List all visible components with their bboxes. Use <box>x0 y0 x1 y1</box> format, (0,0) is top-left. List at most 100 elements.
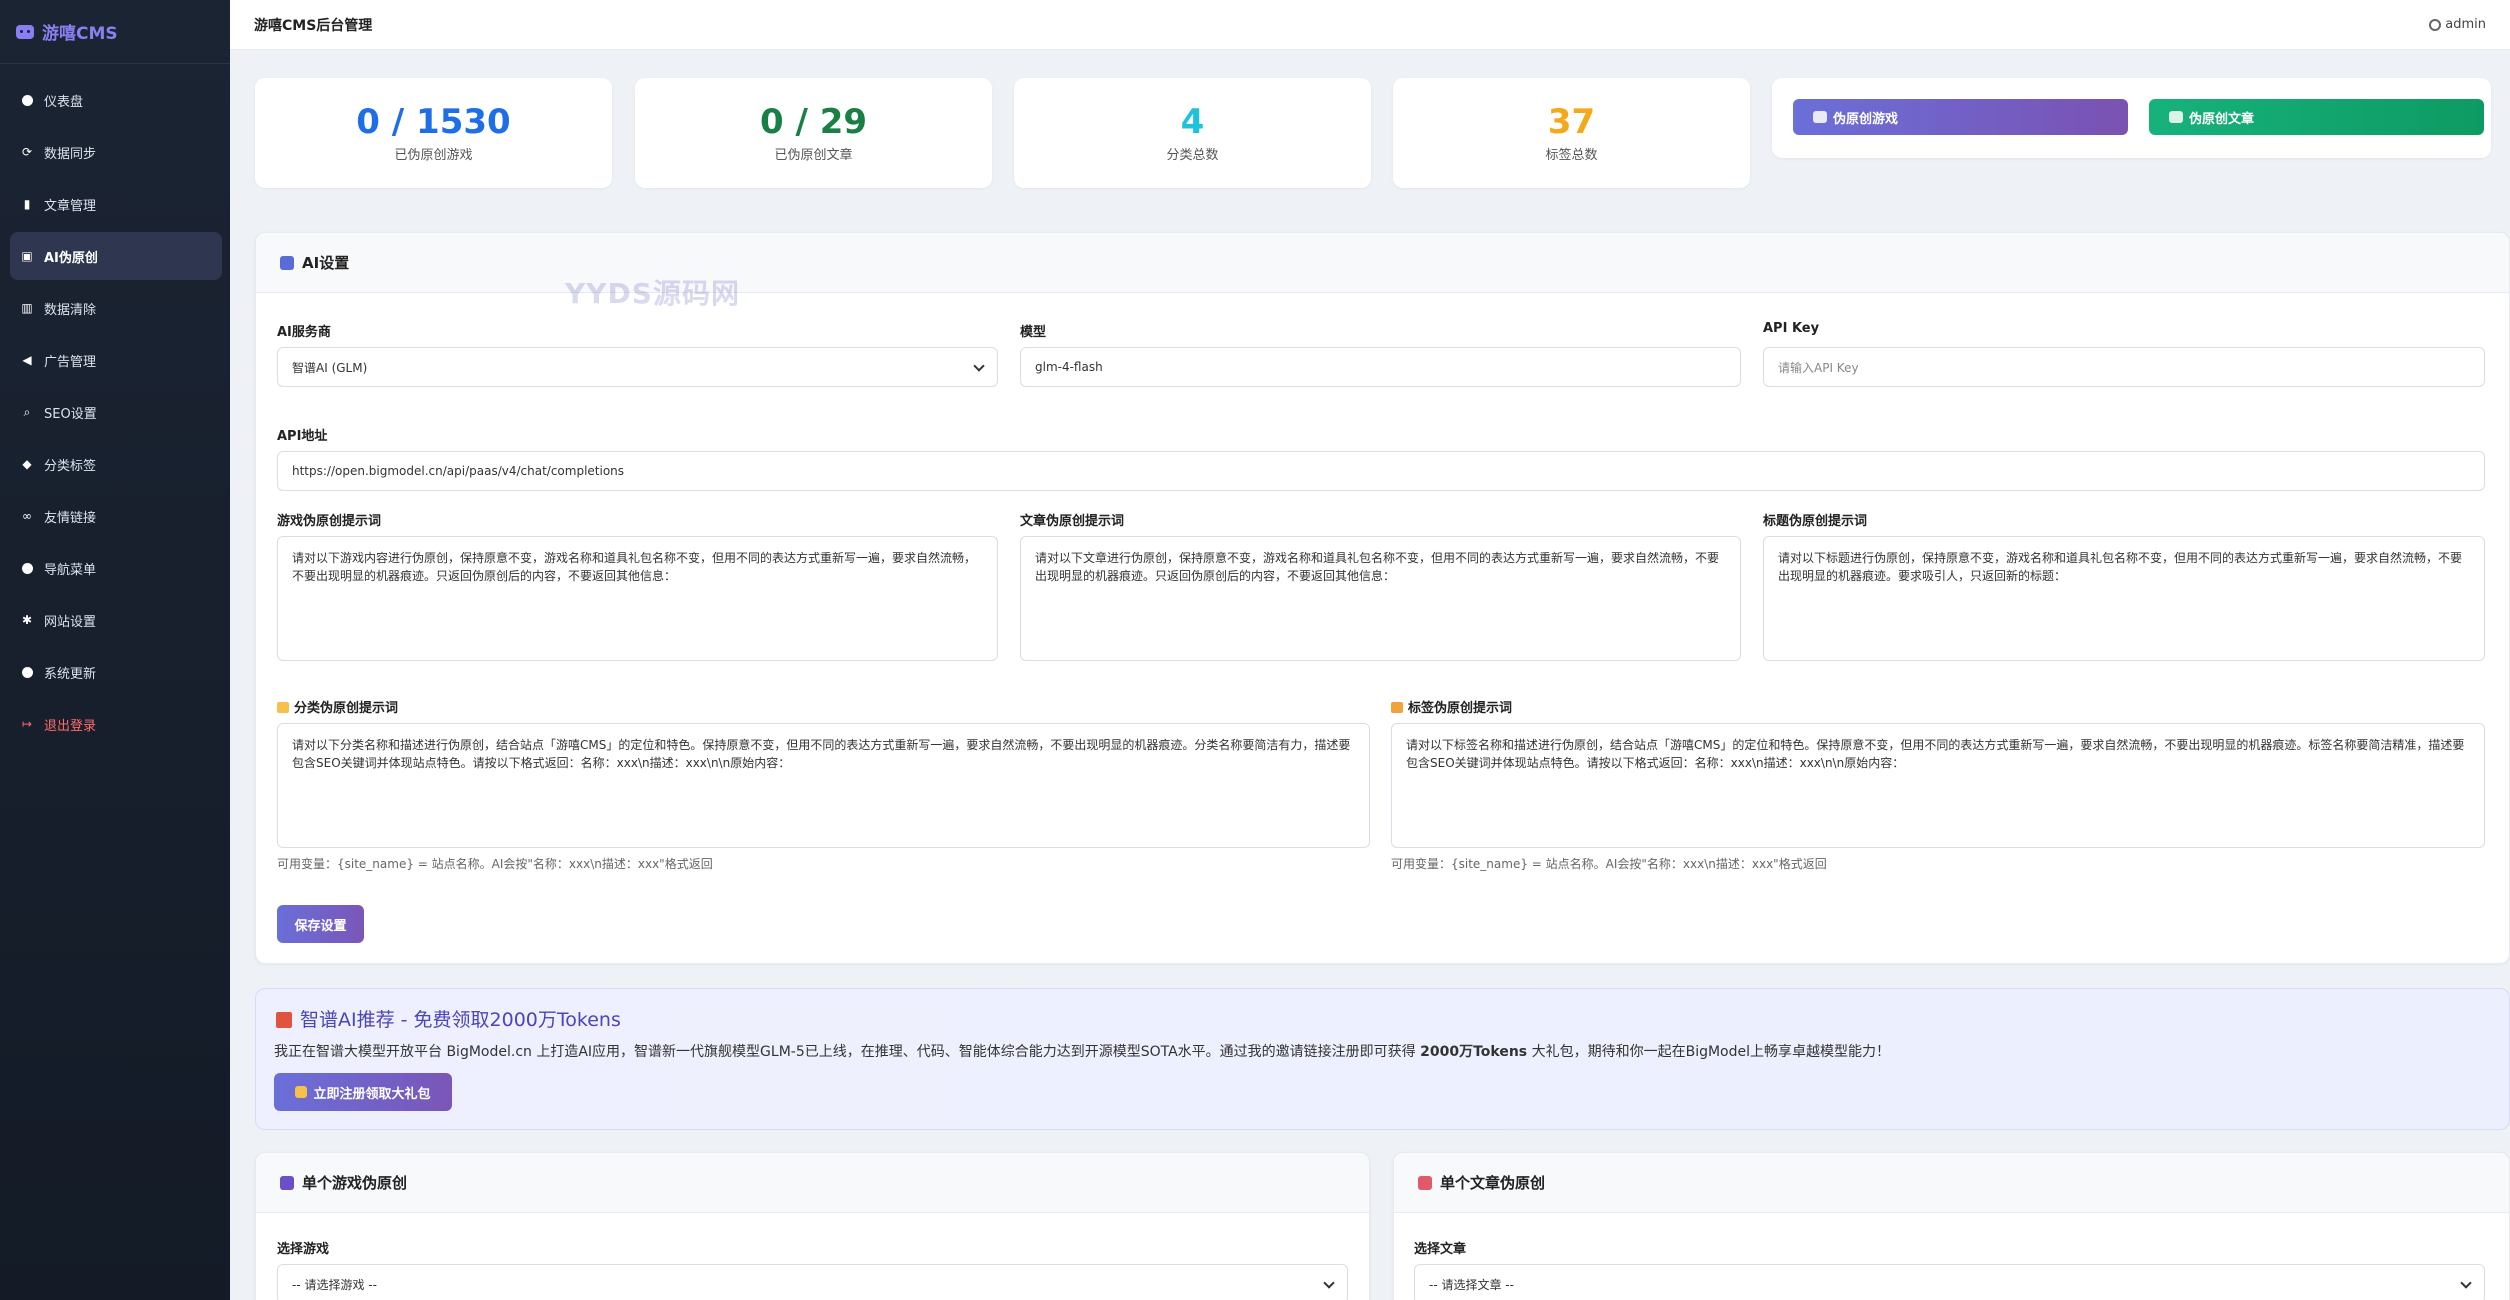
promo-title-wrap: 智谱AI推荐 - 免费领取2000万Tokens <box>276 1005 621 1032</box>
panel-title: 单个文章伪原创 <box>1440 1174 1546 1192</box>
button-label: 伪原创游戏 <box>1833 111 1899 127</box>
tag-icon: ◆ <box>22 457 32 471</box>
sidebar-item-label: 退出登录 <box>44 718 97 734</box>
sidebar-item-tags[interactable]: ◆ 分类标签 <box>10 440 222 488</box>
provider-value: 智谱AI (GLM) <box>292 360 368 375</box>
sidebar-item-ads[interactable]: ◀ 广告管理 <box>10 336 222 384</box>
quick-actions-card: 伪原创游戏 伪原创文章 <box>1772 78 2491 158</box>
category-prompt-label-wrap: 分类伪原创提示词 <box>277 697 398 716</box>
username: admin <box>2445 17 2486 32</box>
brand[interactable]: 游嘻CMS <box>0 0 230 64</box>
stat-card-articles: 0 / 29 已伪原创文章 <box>635 78 992 188</box>
top-header: 游嘻CMS后台管理 admin <box>230 0 2510 50</box>
chevron-down-icon <box>2460 1277 2472 1289</box>
rewrite-articles-button[interactable]: 伪原创文章 <box>2149 99 2484 135</box>
sidebar-item-label: 友情链接 <box>44 510 97 526</box>
user-icon <box>2429 18 2442 31</box>
apikey-input[interactable]: 请输入API Key <box>1763 347 2485 387</box>
stat-label: 已伪原创游戏 <box>394 148 473 163</box>
user-menu[interactable]: admin <box>2429 17 2486 32</box>
sidebar-item-site-settings[interactable]: ✱ 网站设置 <box>10 596 222 644</box>
apikey-placeholder: 请输入API Key <box>1778 360 1859 375</box>
promo-description: 我正在智谱大模型开放平台 BigModel.cn 上打造AI应用，智谱新一代旗舰… <box>274 1041 1890 1061</box>
promo-desc-pre: 我正在智谱大模型开放平台 BigModel.cn 上打造AI应用，智谱新一代旗舰… <box>274 1044 1421 1060</box>
gear-icon: ✱ <box>21 613 33 627</box>
tag-icon <box>1391 702 1403 713</box>
gift-icon <box>276 1012 292 1028</box>
page-title: 游嘻CMS后台管理 <box>254 17 373 34</box>
rewrite-games-button[interactable]: 伪原创游戏 <box>1793 99 2128 135</box>
save-settings-button[interactable]: 保存设置 <box>277 905 364 943</box>
stat-card-tags: 37 标签总数 <box>1393 78 1750 188</box>
brand-title: 游嘻CMS <box>42 24 118 44</box>
select-article-dropdown[interactable]: -- 请选择文章 -- <box>1414 1264 2485 1300</box>
gamepad-icon <box>280 1175 294 1190</box>
megaphone-icon: ◀ <box>22 353 32 367</box>
sidebar-item-clear[interactable]: ▥ 数据清除 <box>10 284 222 332</box>
article-prompt-textarea[interactable]: 请对以下文章进行伪原创，保持原意不变，游戏名称和道具礼包名称不变，但用不同的表达… <box>1020 536 1741 661</box>
stat-card-games: 0 / 1530 已伪原创游戏 <box>255 78 612 188</box>
sidebar-item-nav-menu[interactable]: 导航菜单 <box>10 544 222 592</box>
select-game-label: 选择游戏 <box>277 1242 330 1257</box>
sidebar-item-label: 仪表盘 <box>44 94 84 110</box>
game-prompt-label: 游戏伪原创提示词 <box>277 514 382 529</box>
select-game-dropdown[interactable]: -- 请选择游戏 -- <box>277 1264 1348 1300</box>
sidebar-item-seo[interactable]: ⌕ SEO设置 <box>10 388 222 436</box>
robot-icon: ▣ <box>21 249 33 263</box>
model-label: 模型 <box>1020 325 1047 340</box>
apiurl-input[interactable]: https://open.bigmodel.cn/api/paas/v4/cha… <box>277 451 2485 491</box>
sidebar-nav: 仪表盘 ⟳ 数据同步 ▮ 文章管理 ▣ AI伪原创 ▥ 数据清除 ◀ 广告管理 … <box>0 64 230 748</box>
sidebar-item-label: AI伪原创 <box>44 250 98 266</box>
tag-prompt-label: 标签伪原创提示词 <box>1408 701 1513 716</box>
title-prompt-textarea[interactable]: 请对以下标题进行伪原创，保持原意不变，游戏名称和道具礼包名称不变，但用不同的表达… <box>1763 536 2485 661</box>
dashboard-icon <box>20 93 34 107</box>
gamepad-icon <box>16 24 34 39</box>
sidebar-item-logout[interactable]: ↦ 退出登录 <box>10 700 222 748</box>
sidebar-item-sync[interactable]: ⟳ 数据同步 <box>10 128 222 176</box>
search-icon: ⌕ <box>23 404 31 419</box>
sidebar-item-ai[interactable]: ▣ AI伪原创 <box>10 232 222 280</box>
sidebar-item-dashboard[interactable]: 仪表盘 <box>10 76 222 124</box>
category-prompt-label: 分类伪原创提示词 <box>294 701 399 716</box>
tag-hint: 可用变量：{site_name} = 站点名称。AI会按"名称：xxx\n描述：… <box>1391 857 1827 871</box>
panel-header: 单个文章伪原创 <box>1394 1153 2509 1213</box>
sidebar-item-update[interactable]: 系统更新 <box>10 648 222 696</box>
stat-label: 已伪原创文章 <box>774 148 853 163</box>
stat-value: 37 <box>1547 102 1596 142</box>
provider-select[interactable]: 智谱AI (GLM) <box>277 347 998 387</box>
provider-label: AI服务商 <box>277 325 331 340</box>
article-prompt-label: 文章伪原创提示词 <box>1020 514 1125 529</box>
tag-prompt-textarea[interactable]: 请对以下标签名称和描述进行伪原创，结合站点「游嘻CMS」的定位和特色。保持原意不… <box>1391 723 2485 848</box>
sidebar-item-articles[interactable]: ▮ 文章管理 <box>10 180 222 228</box>
select-game-value: -- 请选择游戏 -- <box>292 1277 377 1292</box>
apikey-label: API Key <box>1763 321 1820 336</box>
model-value: glm-4-flash <box>1035 360 1103 374</box>
link-icon: ∞ <box>22 509 32 523</box>
chevron-down-icon <box>973 360 985 372</box>
apiurl-value: https://open.bigmodel.cn/api/paas/v4/cha… <box>292 464 625 478</box>
category-prompt-textarea[interactable]: 请对以下分类名称和描述进行伪原创，结合站点「游嘻CMS」的定位和特色。保持原意不… <box>277 723 1370 848</box>
stat-value: 0 / 29 <box>759 102 868 142</box>
sidebar-item-label: 广告管理 <box>44 354 97 370</box>
sidebar-item-label: 网站设置 <box>44 614 97 630</box>
sidebar-item-label: 导航菜单 <box>44 562 97 578</box>
select-article-label: 选择文章 <box>1414 1242 1467 1257</box>
panel-title: AI设置 <box>302 254 350 272</box>
game-prompt-textarea[interactable]: 请对以下游戏内容进行伪原创，保持原意不变，游戏名称和道具礼包名称不变，但用不同的… <box>277 536 998 661</box>
panel-title: 单个游戏伪原创 <box>302 1174 408 1192</box>
stat-label: 分类总数 <box>1166 148 1219 163</box>
register-button[interactable]: 立即注册领取大礼包 <box>274 1073 452 1111</box>
model-input[interactable]: glm-4-flash <box>1020 347 1741 387</box>
chevron-down-icon <box>1323 1277 1335 1289</box>
sidebar: 游嘻CMS 仪表盘 ⟳ 数据同步 ▮ 文章管理 ▣ AI伪原创 ▥ 数据清除 ◀… <box>0 0 230 1300</box>
promo-title: 智谱AI推荐 - 免费领取2000万Tokens <box>300 1009 621 1031</box>
robot-icon <box>280 255 294 270</box>
trash-icon: ▥ <box>21 301 33 315</box>
stat-card-categories: 4 分类总数 <box>1014 78 1371 188</box>
stat-value: 4 <box>1180 102 1205 142</box>
hand-icon <box>295 1086 308 1098</box>
stat-value: 0 / 1530 <box>356 102 511 142</box>
document-icon: ▮ <box>23 197 31 211</box>
sidebar-item-links[interactable]: ∞ 友情链接 <box>10 492 222 540</box>
panel-header: 单个游戏伪原创 <box>256 1153 1369 1213</box>
